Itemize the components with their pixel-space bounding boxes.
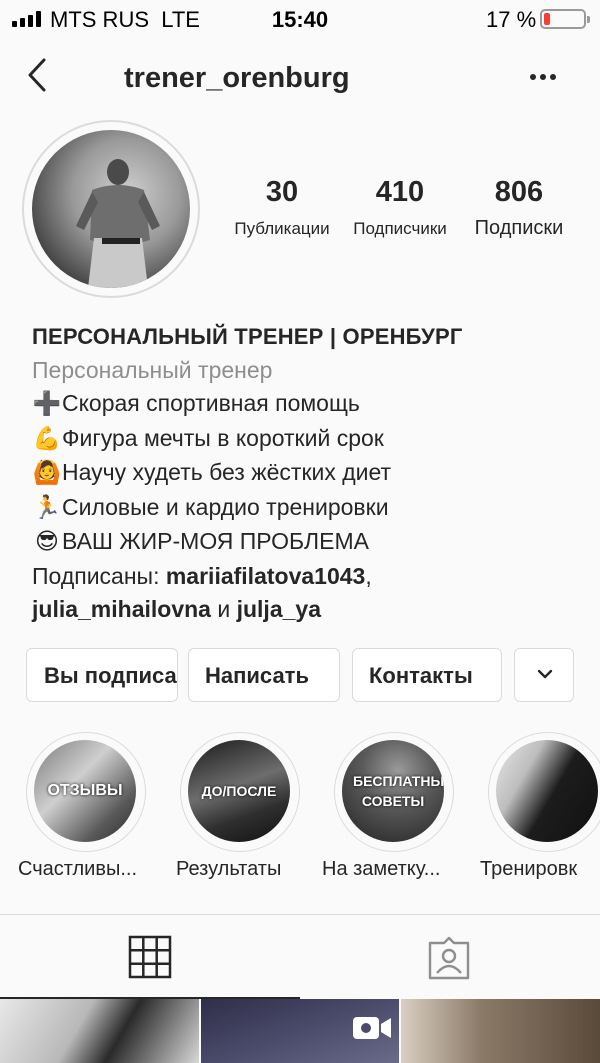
followers-value: 410 [375, 176, 425, 208]
following-label: Подписки [474, 217, 564, 239]
following-button[interactable]: Вы подписаны [26, 648, 178, 702]
followers-count[interactable]: 410 Подписчики [346, 176, 454, 239]
plus-icon: ➕ [32, 391, 62, 417]
battery-percent: 17 % [486, 7, 537, 32]
followed-by-prefix: Подписаны: [32, 562, 160, 589]
followed-by-cont[interactable]: julia_mihailovna и julja_ya [32, 593, 580, 627]
chevron-left-icon [28, 58, 46, 92]
following-count[interactable]: 806 Подписки [464, 176, 574, 240]
battery-icon [540, 9, 590, 29]
runner-icon: 🏃 [32, 494, 62, 521]
following-value: 806 [494, 176, 544, 208]
posts-grid [0, 999, 600, 1063]
bio-line: 🙆Научу худеть без жёстких диет [32, 456, 580, 491]
message-button[interactable]: Написать [188, 648, 340, 702]
profile-bio: ПЕРСОНАЛЬНЫЙ ТРЕНЕР | ОРЕНБУРГ Персональ… [32, 320, 580, 627]
highlight-caption: Тренировк [480, 858, 578, 880]
contacts-button[interactable]: Контакты [352, 648, 502, 702]
highlight-caption: Результаты [176, 858, 282, 880]
profile-tabs [0, 915, 600, 999]
highlight-cover: ДО/ПОСЛЕ [188, 740, 290, 842]
profile-username: trener_orenburg [124, 62, 350, 94]
posts-count: 30 Публикации [230, 176, 334, 239]
bio-line: 🏃Силовые и кардио тренировки [32, 491, 580, 526]
bio-line: ➕Скорая спортивная помощь [32, 387, 580, 422]
more-options-button[interactable] [530, 74, 556, 80]
post-thumbnail[interactable] [200, 999, 400, 1063]
sunglasses-face-icon: 😎 [35, 529, 59, 555]
posts-label: Публикации [234, 219, 330, 238]
highlight-cover [496, 740, 598, 842]
tab-posts-grid[interactable] [0, 915, 300, 999]
suggested-dropdown-button[interactable] [514, 648, 574, 702]
battery-level [544, 13, 551, 25]
post-thumbnail[interactable] [401, 999, 600, 1063]
posts-value: 30 [265, 176, 299, 208]
profile-category: Персональный тренер [32, 356, 273, 383]
followed-by[interactable]: Подписаны: mariiafilatova1043, [32, 560, 580, 594]
video-camera-icon [352, 1017, 391, 1039]
bio-line: 💪Фигура мечты в короткий срок [32, 422, 580, 457]
highlight-cover: ОТЗЫВЫ [34, 740, 136, 842]
back-button[interactable] [22, 56, 58, 96]
profile-name: ПЕРСОНАЛЬНЫЙ ТРЕНЕР | ОРЕНБУРГ [32, 324, 463, 349]
grid-icon [128, 935, 172, 979]
highlight-caption: На заметку... [322, 858, 441, 880]
follower-link[interactable]: julia_mihailovna [32, 596, 211, 622]
person-gesturing-icon: 🙆 [32, 460, 62, 486]
post-thumbnail[interactable] [0, 999, 199, 1063]
tagged-icon [428, 936, 470, 980]
tab-tagged[interactable] [300, 915, 600, 999]
avatar-photo [32, 130, 190, 288]
status-bar: MTS RUS LTE 15:40 17 % [0, 0, 600, 38]
bio-line: 😎 ВАШ ЖИР-МОЯ ПРОБЛЕМА [32, 525, 580, 560]
follower-link[interactable]: mariiafilatova1043 [166, 563, 365, 589]
avatar[interactable] [22, 120, 200, 298]
follower-link[interactable]: julja_ya [237, 596, 321, 622]
highlight-caption: Счастливы... [18, 858, 137, 880]
flexed-biceps-icon: 💪 [32, 425, 62, 452]
more-dots-icon [530, 74, 536, 80]
highlight-cover: БЕСПЛАТНЫЕ СОВЕТЫ [342, 740, 444, 842]
chevron-down-icon [537, 669, 553, 679]
followers-label: Подписчики [353, 219, 447, 238]
profile-header: trener_orenburg [0, 38, 600, 118]
